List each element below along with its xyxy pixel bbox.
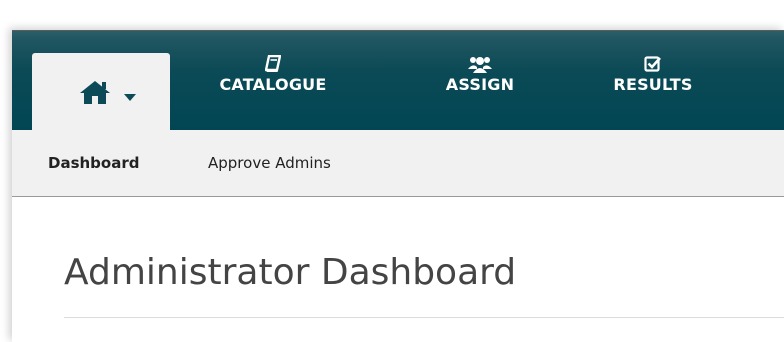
top-navigation-bar: CATALOGUE ASSIGN RESULTS	[12, 30, 784, 131]
nav-results-label: RESULTS	[613, 75, 693, 94]
nav-catalogue[interactable]: CATALOGUE	[218, 54, 328, 105]
subnav-dashboard[interactable]: Dashboard	[48, 154, 139, 172]
users-icon	[440, 55, 520, 73]
nav-results[interactable]: RESULTS	[608, 55, 698, 105]
caret-down-icon[interactable]	[124, 87, 136, 106]
sub-navigation-bar: Dashboard Approve Admins	[12, 130, 784, 197]
nav-assign-label: ASSIGN	[445, 75, 515, 94]
nav-assign[interactable]: ASSIGN	[440, 55, 520, 105]
book-icon	[218, 54, 328, 73]
home-tab[interactable]	[32, 53, 170, 131]
home-icon	[78, 79, 112, 109]
app-window: CATALOGUE ASSIGN RESULTS Dashboard Appro…	[12, 30, 784, 342]
page-title: Administrator Dashboard	[64, 252, 517, 293]
title-divider	[64, 317, 784, 318]
nav-catalogue-label: CATALOGUE	[219, 75, 327, 94]
checkbox-icon	[608, 55, 698, 73]
subnav-approve-admins[interactable]: Approve Admins	[208, 154, 331, 172]
